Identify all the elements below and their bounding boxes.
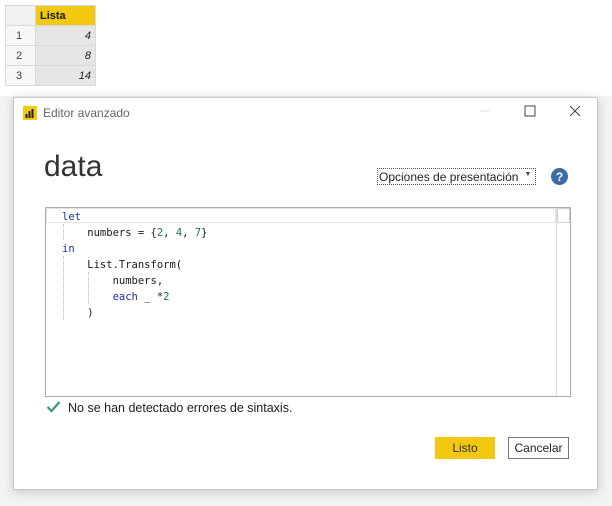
table-row: 3 14 [5,65,96,86]
preview-table: Lista 1 4 2 8 3 14 [5,5,96,86]
screen: Lista 1 4 2 8 3 14 Editor avanzado data … [0,0,612,506]
syntax-status: No se han detectado errores de sintaxis. [46,400,292,416]
display-options-label: Opciones de presentación [379,169,519,184]
code-line: numbers = {2, 4, 7} [62,227,208,239]
dialog-titlebar[interactable]: Editor avanzado [14,98,597,128]
close-button[interactable] [555,98,595,128]
code-line: numbers, [62,275,164,287]
syntax-status-text: No se han detectado errores de sintaxis. [68,401,293,415]
chevron-down-icon: ▼ [524,171,532,178]
vertical-scrollbar[interactable] [556,208,570,396]
table-cell[interactable]: 14 [35,65,96,86]
table-row: 1 4 [5,25,96,46]
code-line: ) [62,307,94,319]
query-preview: Lista 1 4 2 8 3 14 [0,0,612,96]
scrollbar-thumb[interactable] [557,208,570,223]
maximize-button[interactable] [510,98,550,128]
table-row: 2 8 [5,45,96,66]
checkmark-icon [46,400,61,416]
advanced-editor-dialog: Editor avanzado data Opciones de present… [13,97,598,490]
query-name-heading: data [44,150,103,183]
code-editor[interactable]: let numbers = {2, 4, 7} in List.Transfor… [45,207,571,397]
done-button[interactable]: Listo [435,437,495,459]
minimize-icon [479,104,491,122]
cancel-button[interactable]: Cancelar [508,437,569,459]
row-index[interactable]: 3 [5,65,36,86]
column-header-lista[interactable]: Lista [35,5,96,26]
row-index[interactable]: 1 [5,25,36,46]
table-cell[interactable]: 8 [35,45,96,66]
code-line: let [62,211,81,223]
dialog-title: Editor avanzado [43,106,130,120]
minimize-button[interactable] [465,98,505,128]
help-icon[interactable]: ? [551,168,568,185]
powerbi-icon [23,106,37,120]
code-line: each _ *2 [112,291,170,303]
code-line: in [62,243,75,255]
display-options-dropdown[interactable]: Opciones de presentación ▼ [377,168,537,185]
table-cell[interactable]: 4 [35,25,96,46]
code-line: List.Transform( [62,259,183,271]
close-icon [569,104,581,122]
table-corner [5,5,36,26]
code-text[interactable]: let numbers = {2, 4, 7} in List.Transfor… [62,209,207,321]
table-header-row: Lista [5,5,96,26]
maximize-icon [524,104,536,122]
row-index[interactable]: 2 [5,45,36,66]
